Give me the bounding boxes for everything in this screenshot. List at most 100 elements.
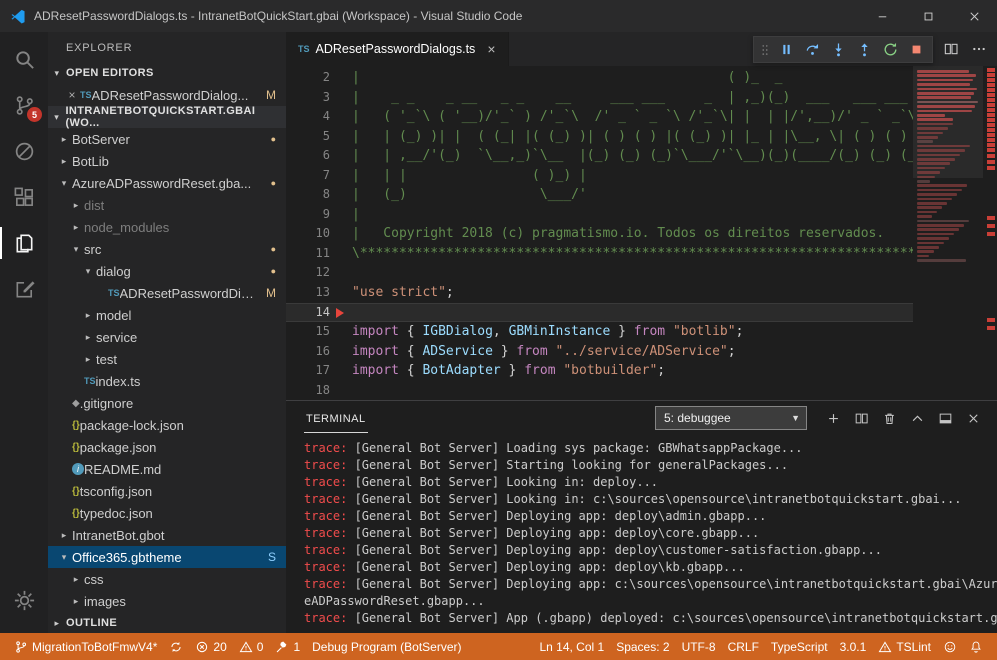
settings-gear-icon[interactable] [0, 577, 48, 623]
chevron-right-icon: ▸ [80, 354, 96, 365]
status-feedback[interactable] [937, 633, 963, 660]
folder-intranetbot-gbot[interactable]: ▸IntranetBot.gbot [48, 524, 286, 546]
folder-css[interactable]: ▸css [48, 568, 286, 590]
code-editor[interactable]: 2| ( )_ _ |3| _ _ _ __ _ _ __ ___ ___ _ … [286, 66, 997, 400]
status-sync-button[interactable] [163, 633, 189, 660]
code-line-11[interactable]: 11\*************************************… [286, 244, 913, 264]
status-eol[interactable]: CRLF [722, 633, 765, 660]
code-line-6[interactable]: 6| | ,__/'(_) `\__,_)`\__ |(_) (_) (_)`\… [286, 146, 913, 166]
folder-office365-gbtheme[interactable]: ▾Office365.gbthemeS [48, 546, 286, 568]
split-terminal-button[interactable] [849, 406, 873, 430]
activity-item-explorer[interactable] [0, 220, 48, 266]
status-encoding[interactable]: UTF-8 [676, 633, 722, 660]
code-line-8[interactable]: 8| (_) \___/' | [286, 185, 913, 205]
close-button[interactable] [951, 0, 997, 32]
folder-service[interactable]: ▸service [48, 326, 286, 348]
pause-button[interactable] [773, 38, 799, 62]
folder-node-modules[interactable]: ▸node_modules [48, 216, 286, 238]
folder-botserver[interactable]: ▸BotServer● [48, 128, 286, 150]
status-indentation[interactable]: Spaces: 2 [610, 633, 675, 660]
restart-button[interactable] [877, 38, 903, 62]
line-number: 15 [286, 322, 330, 342]
code-line-2[interactable]: 2| ( )_ _ | [286, 68, 913, 88]
tab-close-icon[interactable]: × [487, 41, 495, 57]
trace-prefix: trace: [304, 509, 347, 523]
status-build-count[interactable]: 1 [269, 633, 306, 660]
activity-item-source-control[interactable]: 5 [0, 82, 48, 128]
code-line-18[interactable]: 18 [286, 381, 913, 400]
code-line-3[interactable]: 3| _ _ _ __ _ _ __ ___ ___ _ | ,_)(_) __… [286, 88, 913, 108]
code-line-7[interactable]: 7| | | ( )_) | | [286, 166, 913, 186]
file-index-ts[interactable]: TSindex.ts [48, 370, 286, 392]
step-out-button[interactable] [851, 38, 877, 62]
open-editors-label: OPEN EDITORS [66, 67, 154, 79]
status-ts-version[interactable]: 3.0.1 [834, 633, 873, 660]
file-tsconfig-json[interactable]: {}tsconfig.json [48, 480, 286, 502]
close-panel-button[interactable] [961, 406, 985, 430]
tab-adresetpassworddialogs-ts[interactable]: TS ADResetPasswordDialogs.ts × [286, 32, 509, 66]
file-adresetpassworddial[interactable]: TSADResetPasswordDial...M [48, 282, 286, 304]
close-icon[interactable]: × [64, 88, 80, 102]
step-into-button[interactable] [825, 38, 851, 62]
activity-item-debug[interactable] [0, 128, 48, 174]
folder-botlib[interactable]: ▸BotLib [48, 150, 286, 172]
maximize-panel-button[interactable] [905, 406, 929, 430]
file-gitignore[interactable]: ◆.gitignore [48, 392, 286, 414]
code-line-5[interactable]: 5| | (_) )| | ( (_| |( (_) )| ( ) ( ) |(… [286, 127, 913, 147]
trace-prefix: trace: [304, 526, 347, 540]
file-typedoc-json[interactable]: {}typedoc.json [48, 502, 286, 524]
step-over-button[interactable] [799, 38, 825, 62]
status-tslint-status[interactable]: TSLint [872, 633, 937, 660]
activity-item-search[interactable] [0, 36, 48, 82]
status-cursor-position[interactable]: Ln 14, Col 1 [533, 633, 610, 660]
outline-label: OUTLINE [66, 617, 117, 629]
status-bar: MigrationToBotFmwV4* 2001Debug Program (B… [0, 633, 997, 660]
new-terminal-button[interactable] [821, 406, 845, 430]
folder-dialog[interactable]: ▾dialog● [48, 260, 286, 282]
move-panel-button[interactable] [933, 406, 957, 430]
activity-item-edit[interactable] [0, 266, 48, 312]
stop-button[interactable] [903, 38, 929, 62]
status-debug-target[interactable]: Debug Program (BotServer) [306, 633, 467, 660]
status-errors-count[interactable]: 20 [189, 633, 232, 660]
folder-src[interactable]: ▾src● [48, 238, 286, 260]
code-line-10[interactable]: 10| Copyright 2018 (c) pragmatismo.io. T… [286, 224, 913, 244]
file-package-json[interactable]: {}package.json [48, 436, 286, 458]
folder-test[interactable]: ▸test [48, 348, 286, 370]
activity-item-extensions[interactable] [0, 174, 48, 220]
minimize-button[interactable] [859, 0, 905, 32]
open-editors-header[interactable]: ▾ OPEN EDITORS [48, 62, 286, 84]
status-notifications[interactable] [963, 633, 989, 660]
chevron-down-icon: ▾ [80, 266, 96, 277]
code-line-13[interactable]: 13"use strict"; [286, 283, 913, 303]
status-language-mode[interactable]: TypeScript [765, 633, 834, 660]
folder-model[interactable]: ▸model [48, 304, 286, 326]
folder-images[interactable]: ▸images [48, 590, 286, 612]
file-readme-md[interactable]: iREADME.md [48, 458, 286, 480]
outline-header[interactable]: ▸ OUTLINE [48, 612, 286, 633]
drag-grip-icon[interactable] [757, 41, 773, 59]
file-package-lock-json[interactable]: {}package-lock.json [48, 414, 286, 436]
status-warnings-count[interactable]: 0 [233, 633, 270, 660]
code-line-16[interactable]: 16import { ADService } from "../service/… [286, 342, 913, 362]
kill-terminal-button[interactable] [877, 406, 901, 430]
code-line-12[interactable]: 12 [286, 263, 913, 283]
folder-azureadpasswordreset-gba[interactable]: ▾AzureADPasswordReset.gba...● [48, 172, 286, 194]
code-line-4[interactable]: 4| ( '_`\ ( '__)/'_` ) /'_`\ /' _ ` _ `\… [286, 107, 913, 127]
status-git-branch-indicator[interactable]: MigrationToBotFmwV4* [8, 633, 163, 660]
minimap[interactable] [913, 66, 983, 400]
workspace-header[interactable]: ▾ INTRANETBOTQUICKSTART.GBAI (WO... [48, 106, 286, 128]
open-editor-adresetpassworddialog[interactable]: ×TSADResetPasswordDialog...M [48, 84, 286, 106]
terminal-selector[interactable]: 5: debuggee ▼ [655, 406, 807, 430]
terminal-tab[interactable]: TERMINAL [304, 404, 368, 433]
terminal-output[interactable]: trace: [General Bot Server] Loading sys … [286, 435, 997, 633]
maximize-button[interactable] [905, 0, 951, 32]
code-line-14[interactable]: 14 [286, 303, 913, 323]
code-line-17[interactable]: 17import { BotAdapter } from "botbuilder… [286, 361, 913, 381]
folder-dist[interactable]: ▸dist [48, 194, 286, 216]
more-actions-button[interactable] [971, 41, 987, 57]
code-line-15[interactable]: 15import { IGBDialog, GBMinInstance } fr… [286, 322, 913, 342]
debug-icon [13, 140, 36, 163]
code-line-9[interactable]: 9| | [286, 205, 913, 225]
split-editor-button[interactable] [943, 41, 959, 57]
